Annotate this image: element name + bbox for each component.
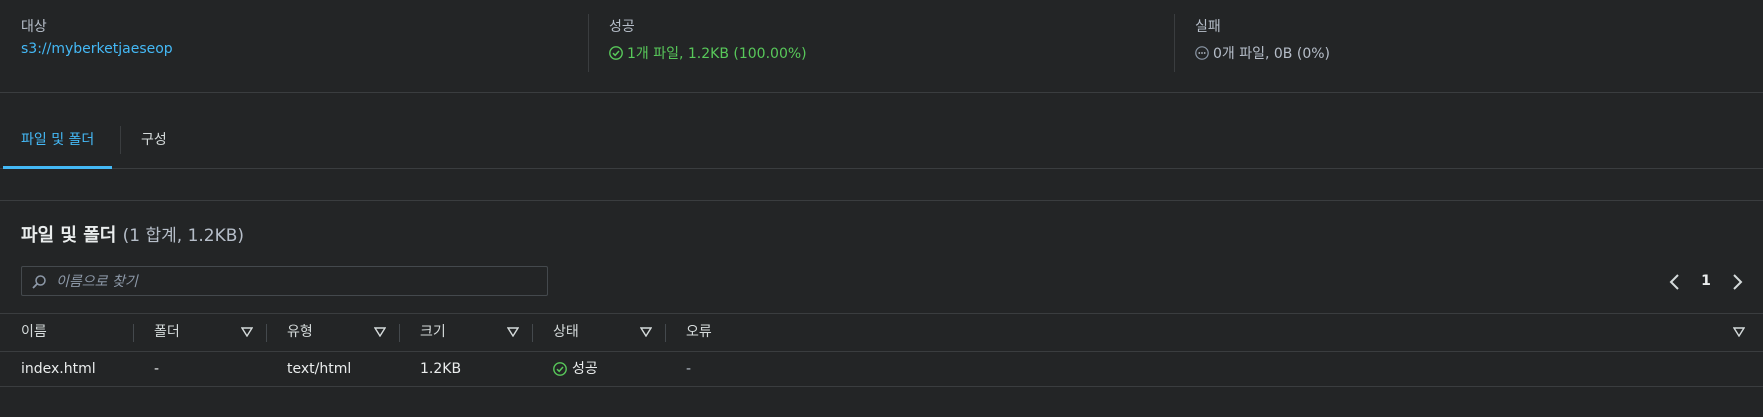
chevron-right-icon[interactable] — [1730, 274, 1744, 290]
active-tab-indicator — [3, 166, 113, 169]
tab-bar: 파일 및 폴더 구성 — [0, 112, 1763, 169]
column-header-error[interactable]: 오류 — [686, 314, 712, 351]
column-header-status[interactable]: 상태 — [553, 314, 579, 351]
column-header-name[interactable]: 이름 — [21, 314, 47, 351]
sort-caret-icon[interactable] — [241, 327, 253, 337]
table-row: index.html - text/html 1.2KB 성공 - — [0, 351, 1763, 387]
status-text: 성공 — [572, 361, 598, 377]
succeeded-label: 성공 — [609, 19, 635, 35]
cell-folder: - — [154, 361, 160, 377]
column-divider — [532, 324, 533, 342]
destination-link[interactable]: s3://myberketjaeseop — [21, 41, 173, 57]
cell-status: 성공 — [553, 351, 598, 387]
search-icon — [32, 275, 46, 289]
tab-label: 구성 — [141, 132, 167, 148]
failed-value: 0개 파일, 0B (0%) — [1195, 43, 1330, 63]
section-title: 파일 및 폴더 (1 합계, 1.2KB) — [21, 221, 244, 247]
search-box — [21, 266, 548, 297]
table-header: 이름 폴더 유형 크기 상태 오류 — [0, 313, 1763, 352]
summary-divider — [1174, 14, 1175, 72]
chevron-left-icon[interactable] — [1668, 274, 1682, 290]
section-count: (1 합계, 1.2KB) — [122, 226, 245, 246]
cell-error: - — [686, 361, 692, 377]
column-divider — [399, 324, 400, 342]
dots-circle-icon — [1195, 46, 1209, 60]
sort-caret-icon[interactable] — [640, 327, 652, 337]
summary-divider — [588, 14, 589, 72]
column-divider — [133, 324, 134, 342]
check-circle-icon — [609, 46, 623, 60]
search-input[interactable] — [54, 267, 538, 297]
sort-caret-icon[interactable] — [507, 327, 519, 337]
file-name-link[interactable]: index.html — [21, 351, 96, 387]
failed-text: 0개 파일, 0B (0%) — [1213, 46, 1330, 62]
column-header-folder[interactable]: 폴더 — [154, 314, 180, 351]
failed-label: 실패 — [1195, 19, 1221, 35]
section-title-text: 파일 및 폴더 — [21, 225, 117, 246]
upload-summary: 대상 s3://myberketjaeseop 성공 1개 파일, 1.2KB … — [0, 0, 1763, 93]
cell-size: 1.2KB — [420, 361, 462, 377]
column-divider — [665, 324, 666, 342]
tab-divider — [120, 126, 121, 154]
tab-files-and-folders[interactable]: 파일 및 폴더 — [3, 112, 113, 169]
column-header-size[interactable]: 크기 — [420, 314, 446, 351]
check-circle-icon — [553, 362, 567, 376]
sort-caret-icon[interactable] — [1733, 327, 1745, 337]
pagination: 1 — [1668, 273, 1748, 293]
succeeded-value: 1개 파일, 1.2KB (100.00%) — [609, 43, 807, 63]
files-and-folders-section: 파일 및 폴더 (1 합계, 1.2KB) 1 이름 폴더 유형 크기 상태 — [0, 200, 1763, 387]
tab-configuration[interactable]: 구성 — [141, 112, 167, 168]
column-divider — [266, 324, 267, 342]
current-page[interactable]: 1 — [1696, 273, 1716, 289]
cell-type: text/html — [287, 361, 352, 377]
tab-label: 파일 및 폴더 — [21, 132, 95, 148]
column-header-type[interactable]: 유형 — [287, 314, 313, 351]
succeeded-text: 1개 파일, 1.2KB (100.00%) — [627, 46, 807, 62]
destination-label: 대상 — [21, 19, 47, 35]
sort-caret-icon[interactable] — [374, 327, 386, 337]
